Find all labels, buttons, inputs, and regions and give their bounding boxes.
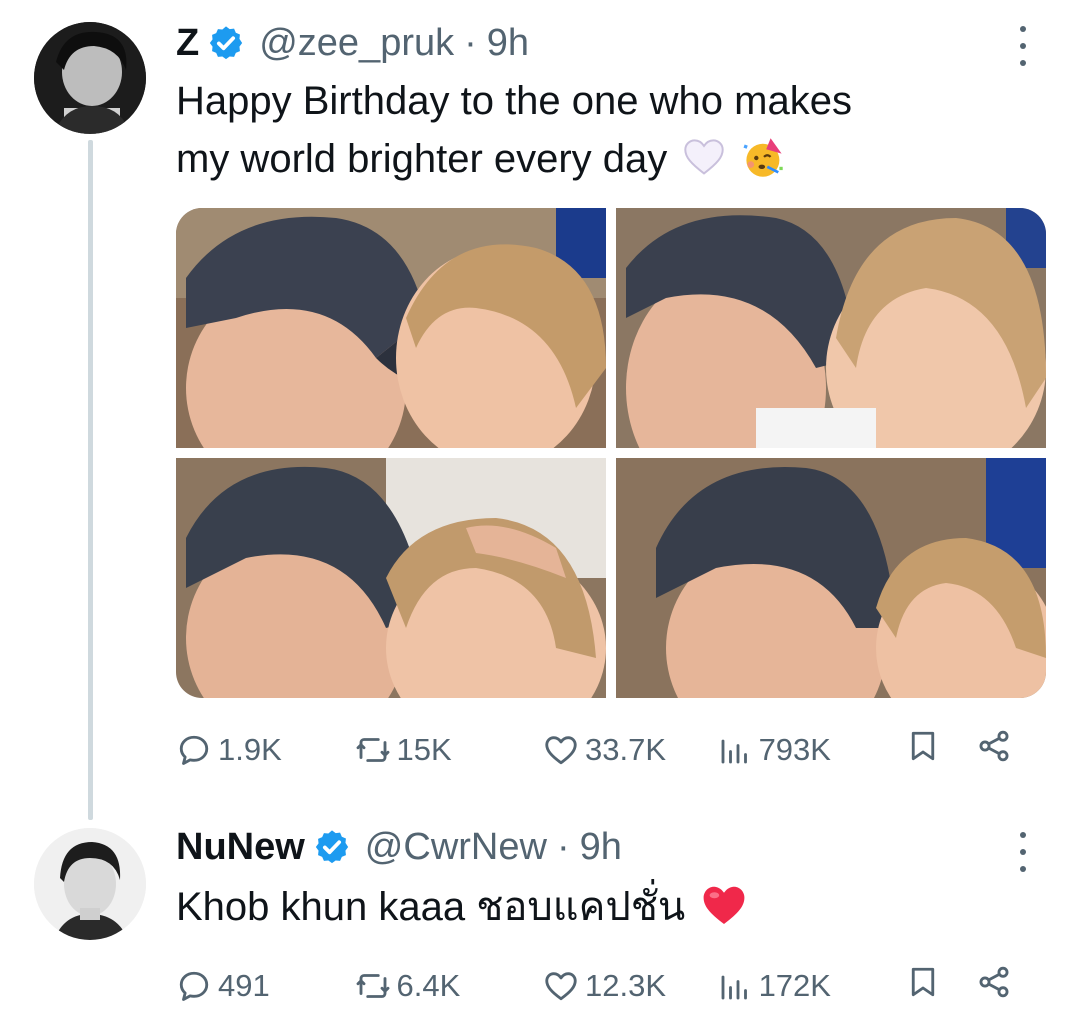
timestamp[interactable]: 9h (487, 22, 529, 65)
tweet-actions: 1.9K 15K 33.7K 793K (176, 728, 1026, 772)
reply-header: NuNew @CwrNew · 9h (176, 824, 622, 870)
like-icon (545, 972, 577, 1001)
author-name[interactable]: Z (176, 22, 199, 65)
like-icon (545, 736, 577, 765)
photo-3[interactable] (176, 458, 606, 698)
reply-text-content: Khob khun kaaa ชอบแคปชั่น (176, 885, 686, 929)
like-button[interactable]: 33.7K (543, 732, 717, 768)
like-count: 12.3K (584, 968, 666, 1003)
reply-author-handle[interactable]: @CwrNew (365, 826, 547, 869)
reply-button[interactable]: 491 (176, 968, 355, 1004)
bookmark-icon (911, 731, 935, 761)
like-count: 33.7K (584, 732, 666, 767)
white-heart-icon (684, 139, 725, 175)
views-button[interactable]: 793K (717, 732, 905, 768)
red-heart-icon (703, 886, 745, 924)
photo-2[interactable] (616, 208, 1046, 448)
reply-icon (179, 735, 209, 765)
reply-avatar[interactable] (34, 828, 146, 940)
photo-4[interactable] (616, 458, 1046, 698)
reply-icon (179, 971, 209, 1001)
media-grid (176, 208, 1046, 698)
views-icon (721, 975, 747, 1000)
share-button[interactable] (976, 964, 1026, 1008)
bookmark-button[interactable] (905, 728, 976, 772)
thread-connector-line (88, 140, 93, 820)
reply-count: 491 (218, 968, 270, 1003)
share-icon (979, 730, 1009, 762)
partying-face-icon (743, 138, 783, 177)
tweet-text-line-1: Happy Birthday to the one who makes (176, 79, 852, 123)
avatar[interactable] (34, 22, 146, 134)
repost-icon (356, 738, 389, 762)
bookmark-button[interactable] (905, 964, 976, 1008)
reply-timestamp[interactable]: 9h (580, 826, 622, 869)
like-button[interactable]: 12.3K (543, 968, 717, 1004)
bookmark-icon (911, 967, 935, 997)
tweet-header: Z @zee_pruk · 9h (176, 20, 529, 66)
more-options-icon[interactable] (1016, 26, 1030, 66)
repost-button[interactable]: 6.4K (355, 968, 543, 1004)
reply-author-name[interactable]: NuNew (176, 826, 305, 869)
reply-more-options-icon[interactable] (1016, 832, 1030, 872)
separator-dot: · (464, 21, 477, 64)
share-icon (979, 966, 1009, 998)
views-button[interactable]: 172K (717, 968, 905, 1004)
views-count: 793K (758, 732, 831, 767)
share-button[interactable] (976, 728, 1026, 772)
reply-actions: 491 6.4K 12.3K 172K (176, 964, 1026, 1008)
reply-button[interactable]: 1.9K (176, 732, 355, 768)
photo-1[interactable] (176, 208, 606, 448)
tweet-text-line-2: my world brighter every day (176, 137, 668, 181)
verified-badge-icon (315, 830, 348, 864)
repost-count: 6.4K (396, 968, 461, 1003)
repost-count: 15K (396, 732, 452, 767)
separator-dot: · (556, 825, 570, 868)
reply-text: Khob khun kaaa ชอบแคปชั่น (176, 878, 748, 936)
verified-badge-icon (210, 26, 243, 60)
repost-button[interactable]: 15K (355, 732, 543, 768)
views-count: 172K (758, 968, 831, 1003)
reply-count: 1.9K (218, 732, 282, 767)
views-icon (721, 739, 747, 764)
repost-icon (356, 974, 389, 998)
tweet-text: Happy Birthday to the one who makes my w… (176, 72, 852, 188)
author-handle[interactable]: @zee_pruk (259, 22, 454, 65)
